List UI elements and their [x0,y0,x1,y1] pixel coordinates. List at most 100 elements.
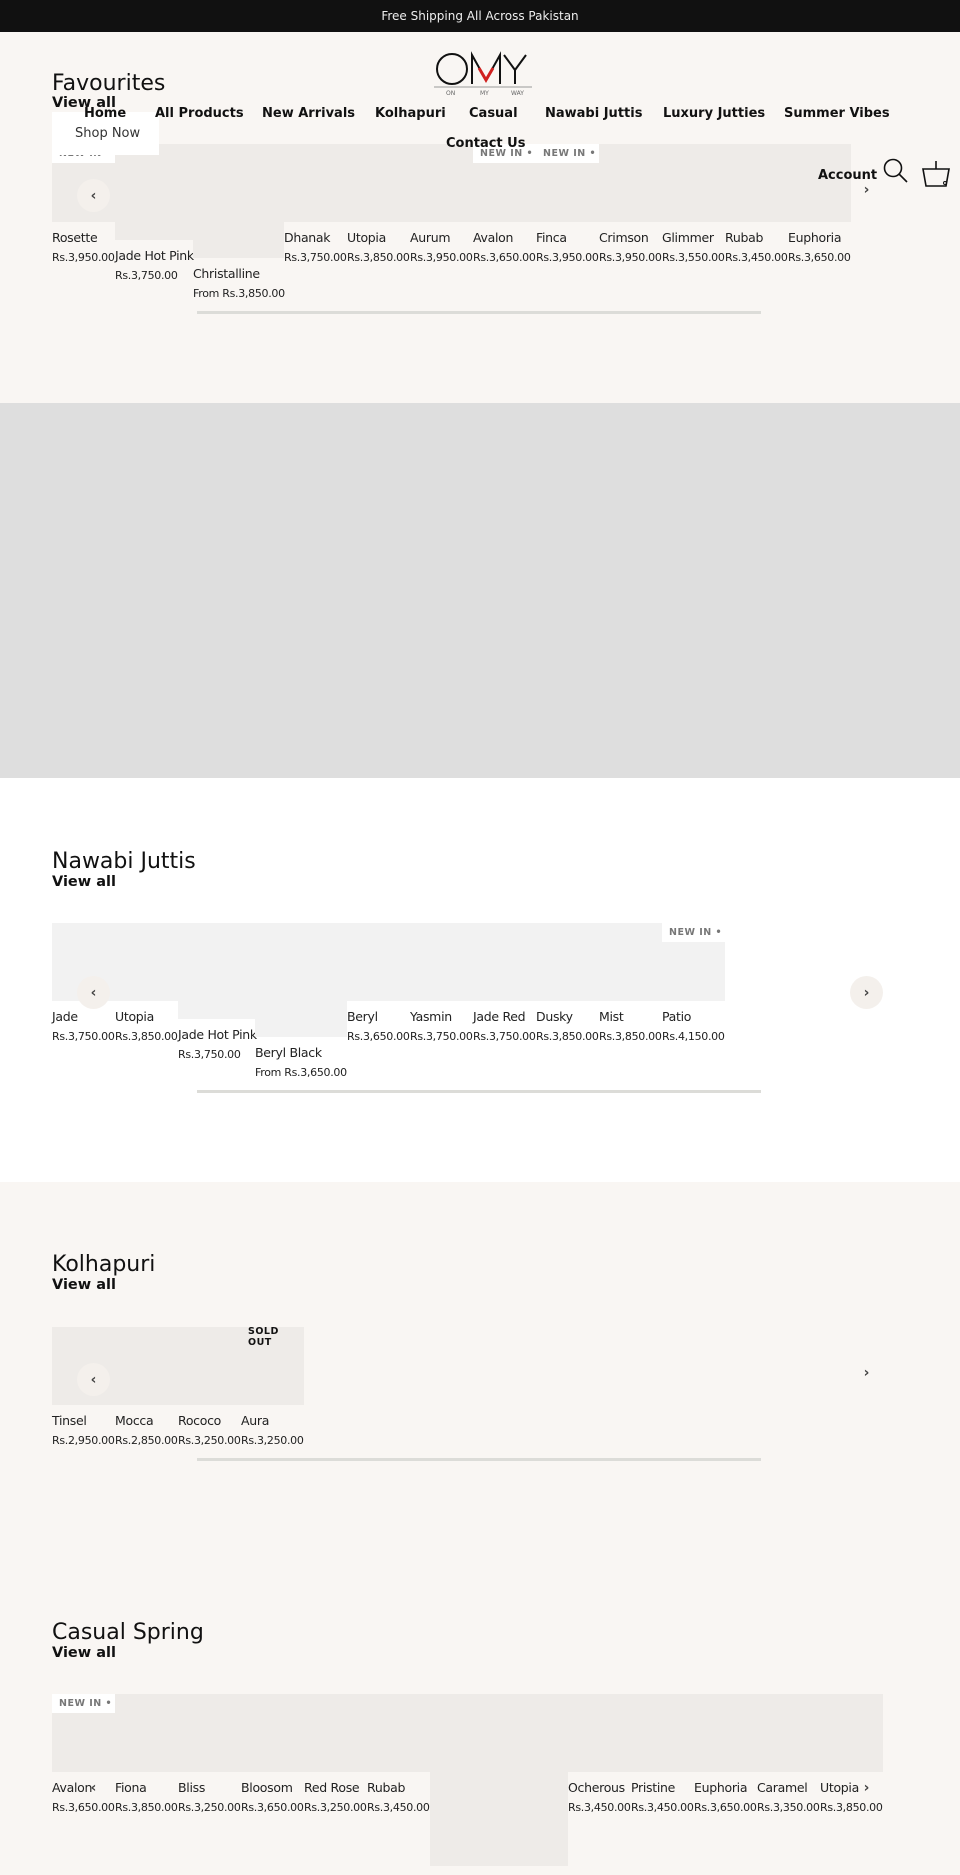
product-card[interactable]: Yasmin Rs.3,750.00 [410,923,473,1043]
view-all-link[interactable]: View all [52,1645,116,1661]
product-card[interactable]: Christalline From Rs.3,850.00 [193,144,285,300]
carousel-scrollbar[interactable] [197,1458,761,1461]
nav-contact-us[interactable]: Contact Us [446,136,525,151]
product-name[interactable]: Jade Hot Pink [178,1027,257,1042]
product-name[interactable]: Red Rose [304,1780,367,1795]
product-name[interactable]: Aurum [410,230,473,245]
product-card[interactable]: Fiona Rs.3,850.00 [115,1694,178,1814]
product-card[interactable]: Dhanak Rs.3,750.00 [284,144,347,264]
product-card[interactable]: Dusky Rs.3,850.00 [536,923,599,1043]
product-card[interactable]: Aurum Rs.3,950.00 [410,144,473,264]
product-name[interactable]: Mist [599,1009,662,1024]
product-name[interactable]: Euphoria [788,230,851,245]
carousel-scrollbar[interactable] [197,311,761,314]
product-name[interactable]: Jade [52,1009,115,1024]
product-name[interactable]: Dhanak [284,230,347,245]
carousel-scrollbar[interactable] [197,1090,761,1093]
product-image[interactable] [599,923,662,1001]
product-image[interactable] [178,1327,241,1405]
product-card[interactable]: Euphoria Rs.3,650.00 [694,1694,757,1814]
product-card[interactable]: Ocherous Rs.3,450.00 [568,1694,631,1814]
product-card[interactable]: Jade Hot Pink Rs.3,750.00 [115,144,194,282]
product-name[interactable]: Euphoria [694,1780,757,1795]
product-name[interactable]: Utopia [347,230,410,245]
product-name[interactable]: Crimson [599,230,662,245]
carousel-prev-button[interactable]: ‹ [77,976,110,1009]
carousel-prev-button[interactable]: ‹ [77,1363,110,1396]
product-card[interactable]: Glimmer Rs.3,550.00 [662,144,725,264]
product-card[interactable]: Utopia Rs.3,850.00 [115,923,178,1043]
product-image[interactable] [115,144,193,240]
carousel-next-button[interactable]: › [850,976,883,1009]
product-card[interactable]: Caramel Rs.3,350.00 [757,1694,820,1814]
product-image[interactable] [757,1694,820,1772]
product-image[interactable] [115,923,178,1001]
product-image[interactable] [178,923,255,1019]
product-image[interactable] [115,1694,178,1772]
nav-new-arrivals[interactable]: New Arrivals [262,106,355,121]
product-card[interactable]: Utopia Rs.3,850.00 [347,144,410,264]
product-image[interactable] [788,144,851,222]
account-link[interactable]: Account [818,168,877,183]
product-card[interactable]: Red Rose Rs.3,250.00 [304,1694,367,1814]
product-image[interactable] [347,923,410,1001]
product-name[interactable]: Glimmer [662,230,725,245]
product-image[interactable] [410,144,473,222]
product-name[interactable]: Utopia [115,1009,178,1024]
product-image[interactable] [367,1694,430,1772]
nav-all-products[interactable]: All Products [155,106,244,121]
product-name[interactable]: Rosette [52,230,115,245]
product-name[interactable]: Pristine [631,1780,694,1795]
product-name[interactable]: Yasmin [410,1009,473,1024]
carousel-prev-button[interactable]: ‹ [77,1771,110,1804]
nav-summer-vibes[interactable]: Summer Vibes [784,106,890,121]
product-image[interactable] [178,1694,241,1772]
carousel-next-button[interactable]: › [850,1771,883,1804]
product-name[interactable]: Avalon [473,230,536,245]
product-name[interactable]: Dusky [536,1009,599,1024]
nav-nawabi-juttis[interactable]: Nawabi Juttis [545,106,642,121]
product-name[interactable]: Beryl [347,1009,410,1024]
product-card[interactable]: Rubab Rs.3,450.00 [725,144,788,264]
product-name[interactable]: Mocca [115,1413,178,1428]
product-image[interactable] [193,144,284,258]
product-image[interactable] [255,923,347,1037]
product-name[interactable]: Rubab [725,230,788,245]
product-name[interactable]: Jade Hot Pink [115,248,194,263]
product-name[interactable]: Bloosom [241,1780,304,1795]
nav-kolhapuri[interactable]: Kolhapuri [375,106,446,121]
product-image[interactable] [410,923,473,1001]
view-all-link[interactable]: View all [52,1277,116,1293]
product-name[interactable]: Patio [662,1009,725,1024]
product-card[interactable]: Bliss Rs.3,250.00 [178,1694,241,1814]
product-card[interactable]: Jade Hot Pink Rs.3,750.00 [178,923,257,1061]
product-image[interactable] [820,1694,883,1772]
product-card[interactable]: Euphoria Rs.3,650.00 [788,144,851,264]
product-name[interactable]: Aura [241,1413,304,1428]
product-name[interactable]: Finca [536,230,599,245]
product-card[interactable]: Crimson Rs.3,950.00 [599,144,662,264]
product-image[interactable] [304,1694,367,1772]
product-card[interactable]: Beryl Rs.3,650.00 [347,923,410,1043]
carousel-prev-button[interactable]: ‹ [77,179,110,212]
product-name[interactable]: Bliss [178,1780,241,1795]
product-image[interactable] [115,1327,178,1405]
product-image[interactable] [430,1694,568,1866]
product-name[interactable]: Jade Red [473,1009,536,1024]
product-name[interactable]: Tinsel [52,1413,115,1428]
product-image[interactable] [473,923,536,1001]
nav-luxury-jutties[interactable]: Luxury Jutties [663,106,765,121]
product-image[interactable] [694,1694,757,1772]
product-name[interactable]: Beryl Black [255,1045,347,1060]
view-all-link[interactable]: View all [52,874,116,890]
product-image[interactable] [536,923,599,1001]
product-card[interactable]: Rubab Rs.3,450.00 [367,1694,430,1814]
product-image[interactable] [568,1694,631,1772]
search-icon[interactable] [883,158,909,188]
product-image[interactable] [631,1694,694,1772]
product-image[interactable] [284,144,347,222]
product-card[interactable]: NEW IN • Patio Rs.4,150.00 [662,923,725,1043]
product-name[interactable]: Christalline [193,266,284,281]
logo[interactable]: ON MY WAY [434,50,534,97]
product-card[interactable]: Jade Red Rs.3,750.00 [473,923,536,1043]
